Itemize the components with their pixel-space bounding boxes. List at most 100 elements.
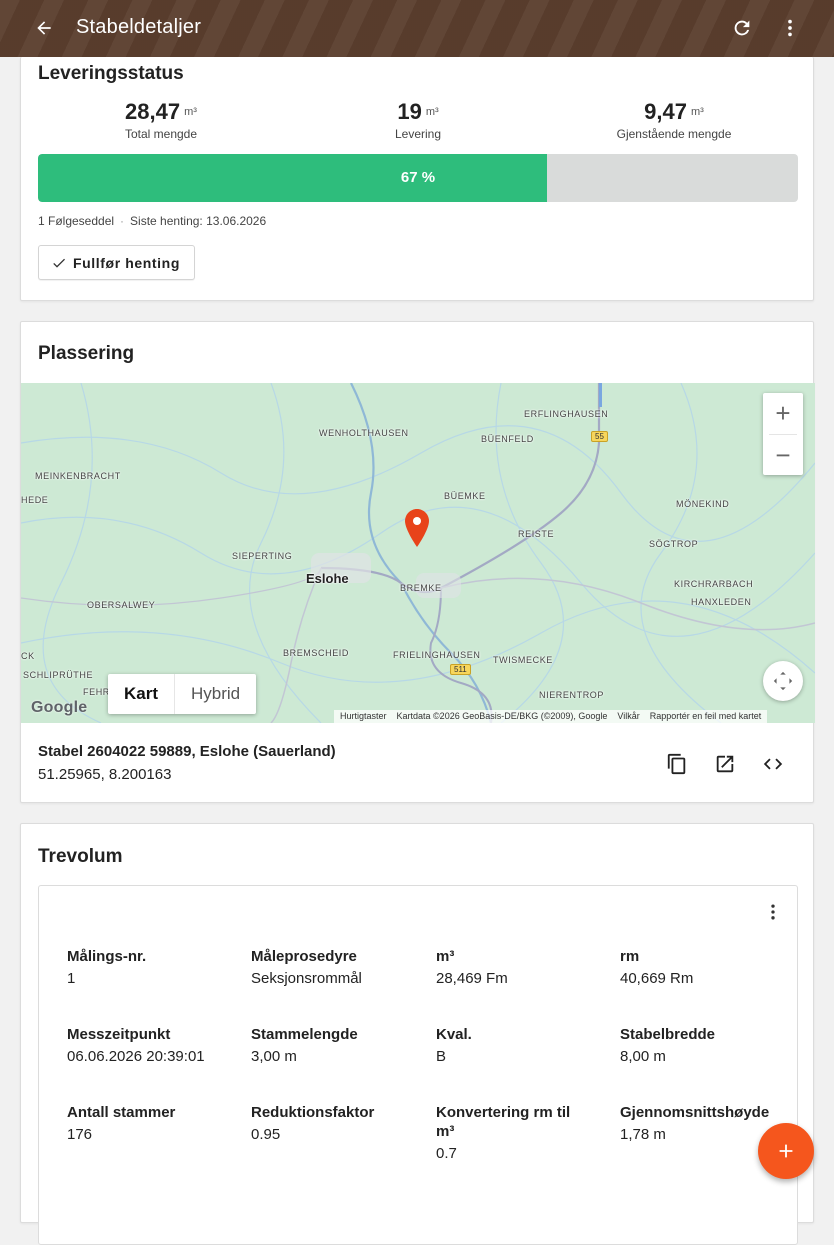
map-attribution: Hurtigtaster Kartdata ©2026 GeoBasis-DE/… [334, 710, 768, 723]
location-card: Plassering ERFLINGHAUSEN WENHOLTHAUSEN B… [20, 321, 815, 803]
zoom-control: + − [763, 393, 803, 475]
stat-unit: m³ [425, 106, 439, 118]
progress-label: 67 % [400, 169, 436, 186]
field-value: 8,00 m [620, 1048, 666, 1065]
field-value: 176 [67, 1126, 93, 1143]
location-pin-icon[interactable] [405, 509, 429, 552]
location-title: Plassering [38, 343, 135, 364]
field-log-length: Stammelengde 3,00 m [251, 1025, 431, 1065]
stat-unit: m³ [691, 106, 704, 118]
road-shield: 511 [450, 664, 471, 675]
map-type-toggle: Kart Hybrid [108, 674, 257, 714]
zoom-in-button[interactable]: + [763, 393, 803, 434]
measurement-panel: Målings-nr. 1 Måleprosedyre Seksjonsromm… [38, 885, 798, 1245]
field-value: 0.95 [251, 1126, 281, 1143]
field-value: 28,469 Fm [436, 970, 508, 987]
delivery-status-card: Leveringsstatus 28,47 m³ Total mengde 19 m… [20, 57, 814, 301]
map-place-label: MEINKENBRACHT [35, 471, 121, 481]
field-key: Kval. [436, 1026, 472, 1043]
keyboard-shortcuts-link[interactable]: Hurtigtaster [340, 711, 387, 723]
field-key: Målings-nr. [67, 948, 147, 965]
location-name: Stabel 2604022 59889, Eslohe (Sauerland) [38, 743, 336, 760]
stat-label: Levering [394, 127, 442, 141]
measurement-more-icon[interactable] [761, 900, 785, 924]
field-procedure: Måleprosedyre Seksjonsrommål [251, 947, 431, 987]
field-key: m³ [436, 948, 455, 965]
stat-remaining: 9,47 m³ Gjenstående mengde [549, 99, 799, 141]
field-key: Messzeitpunkt [67, 1026, 171, 1043]
check-icon [53, 258, 65, 268]
stat-value: 19 [397, 99, 422, 124]
field-key: Stabelbredde [620, 1026, 716, 1043]
code-icon[interactable] [759, 750, 787, 778]
map-view[interactable]: ERFLINGHAUSEN WENHOLTHAUSEN BÜENFELD MEI… [21, 383, 815, 723]
map-place-label: SIEPERTING [232, 551, 293, 561]
field-key: Gjennomsnittshøyde [620, 1104, 770, 1121]
field-value: B [436, 1048, 447, 1065]
field-key: Reduktionsfaktor [251, 1104, 375, 1121]
field-value: 3,00 m [251, 1048, 297, 1065]
map-place-label: KIRCHRARBACH [674, 579, 754, 589]
field-value: 40,669 Rm [620, 970, 694, 987]
terms-link[interactable]: Vilkår [617, 711, 639, 723]
copy-icon[interactable] [663, 750, 691, 778]
map-place-label: CK [21, 651, 35, 661]
wood-volume-title: Trevolum [38, 846, 123, 867]
map-place-label: FRIELINGHAUSEN [393, 650, 481, 660]
map-type-kart[interactable]: Kart [108, 674, 176, 714]
map-place-label: OBERSALWEY [87, 600, 156, 610]
field-conversion: Konvertering rm til m³ 0.7 [436, 1103, 586, 1162]
open-external-icon[interactable] [711, 750, 739, 778]
map-place-label: NIERENTROP [539, 690, 605, 700]
google-logo: Google [31, 699, 88, 716]
map-place-label: BÜEMKE [444, 491, 486, 501]
location-coordinates: 51.25965, 8.200163 [38, 766, 172, 783]
stat-delivered: 19 m³ Levering [293, 99, 543, 141]
map-place-label: HANXLEDEN [691, 597, 752, 607]
complete-pickup-button[interactable]: Fullfør henting [38, 245, 195, 280]
zoom-out-button[interactable]: − [763, 435, 803, 476]
back-arrow-icon[interactable] [30, 14, 58, 42]
map-place-label: REISTE [518, 529, 555, 539]
delivery-progress-bar: 67 % [38, 154, 798, 202]
page-title: Stabeldetaljer [76, 16, 202, 38]
app-bar: Stabeldetaljer [0, 0, 834, 57]
delivery-notes-count[interactable]: 1 Følgeseddel [38, 214, 114, 228]
report-error-link[interactable]: Rapportér en feil med kartet [650, 711, 762, 723]
delivery-status-title: Leveringsstatus [38, 63, 184, 84]
field-value: 0.7 [436, 1145, 457, 1162]
field-key: Antall stammer [67, 1104, 176, 1121]
map-place-label: Eslohe [306, 571, 349, 586]
field-key: Måleprosedyre [251, 948, 357, 965]
field-quality: Kval. B [436, 1025, 616, 1065]
add-fab-button[interactable] [758, 1123, 814, 1179]
field-measure-time: Messzeitpunkt 06.06.2026 20:39:01 [67, 1025, 247, 1065]
wood-volume-card: Trevolum Målings-nr. 1 Måleprosedyre Sek… [20, 823, 814, 1245]
road-shield: 55 [591, 431, 608, 442]
field-key: Stammelengde [251, 1026, 358, 1043]
map-place-label: ERFLINGHAUSEN [524, 409, 609, 419]
stat-label: Total mengde [124, 127, 198, 141]
camera-control-icon[interactable] [763, 661, 803, 701]
complete-pickup-label: Fullfør henting [73, 254, 180, 271]
map-terrain [21, 383, 815, 723]
field-stack-width: Stabelbredde 8,00 m [620, 1025, 800, 1065]
map-type-hybrid[interactable]: Hybrid [175, 674, 256, 714]
stat-value: 9,47 [644, 99, 687, 124]
more-vert-icon[interactable] [777, 15, 803, 41]
field-measurement-no: Målings-nr. 1 [67, 947, 247, 987]
map-place-label: HEDE [21, 495, 49, 505]
field-value: Seksjonsrommål [251, 970, 362, 987]
delivery-meta: 1 Følgeseddel · Siste henting: 13.06.2026 [38, 214, 267, 228]
map-place-label: BÜENFELD [481, 434, 534, 444]
map-place-label: TWISMECKE [493, 655, 553, 665]
map-place-label: BREMSCHEID [283, 648, 350, 658]
stat-value: 28,47 [125, 99, 181, 124]
refresh-icon[interactable] [729, 15, 755, 41]
map-place-label: MÖNEKIND [676, 499, 730, 509]
field-key: rm [620, 948, 640, 965]
map-place-label: SCHLIPRÜTHE [23, 670, 94, 680]
field-key: Konvertering rm til m³ [436, 1104, 571, 1140]
map-place-label: WENHOLTHAUSEN [319, 428, 409, 438]
field-m3: m³ 28,469 Fm [436, 947, 616, 987]
